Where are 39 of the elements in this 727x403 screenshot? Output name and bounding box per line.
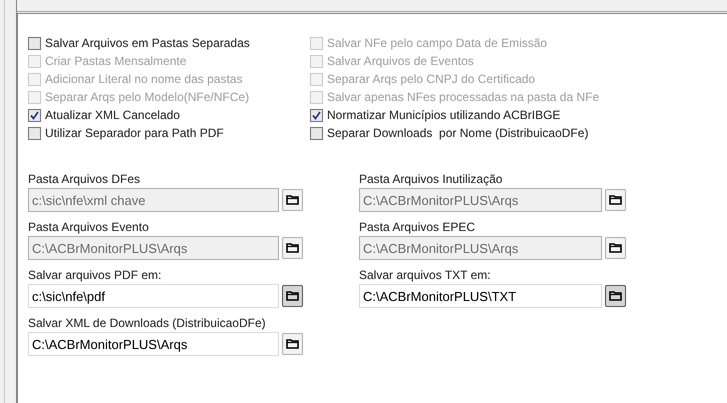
checkbox-label: Salvar apenas NFes processadas na pasta da NFe — [327, 89, 600, 106]
checkmark-icon — [312, 110, 321, 120]
folder-icon — [286, 291, 299, 301]
checkbox-label: Normatizar Municípios utilizando ACBrIBGE — [327, 107, 560, 124]
checkbox-label: Atualizar XML Cancelado — [45, 107, 180, 124]
field-label: Pasta Arquivos DFes — [28, 172, 142, 187]
field-label: Salvar arquivos TXT em: — [359, 268, 492, 283]
folder-icon — [286, 243, 299, 253]
checkbox-label: Separar Arqs pelo Modelo(NFe/NFCe) — [45, 89, 250, 106]
field-label: Salvar arquivos PDF em: — [28, 268, 162, 283]
field-label: Salvar XML de Downloads (DistribuicaoDFe) — [28, 316, 267, 331]
checkbox[interactable] — [28, 108, 41, 122]
checkbox-label: Utilizar Separador para Path PDF — [45, 125, 224, 142]
folder-icon — [609, 291, 622, 301]
folder-icon — [609, 243, 622, 253]
checkbox-label: Salvar Arquivos em Pastas Separadas — [45, 35, 250, 52]
browse-folder-button[interactable] — [282, 285, 303, 307]
folder-icon — [286, 339, 299, 349]
checkbox-label: Separar Arqs pelo CNPJ do Certificado — [327, 71, 536, 88]
checkbox[interactable] — [28, 36, 41, 50]
path-field[interactable]: C:\ACBrMonitorPLUS\Arqs — [28, 332, 279, 356]
browse-folder-button[interactable] — [605, 285, 626, 307]
checkbox[interactable] — [310, 126, 323, 140]
field-label: Pasta Arquivos Evento — [28, 220, 150, 235]
field-label: Pasta Arquivos Inutilização — [359, 172, 504, 187]
folder-icon — [609, 195, 622, 205]
checkbox[interactable] — [28, 126, 41, 140]
checkbox[interactable] — [310, 108, 323, 122]
path-field[interactable]: C:\ACBrMonitorPLUS\TXT — [359, 284, 602, 308]
checkbox-label: Criar Pastas Mensalmente — [45, 53, 186, 70]
browse-folder-button[interactable] — [282, 333, 303, 355]
path-field[interactable]: c:\sic\nfe\pdf — [28, 284, 279, 308]
checkbox-label: Salvar NFe pelo campo Data de Emissão — [327, 35, 548, 52]
field-label: Pasta Arquivos EPEC — [359, 220, 476, 235]
checkbox-label: Separar Downloads por Nome (DistribuicaoDFe) — [327, 125, 588, 142]
checkmark-icon — [30, 110, 39, 120]
checkbox-label: Adicionar Literal no nome das pastas — [45, 71, 242, 88]
checkbox-label: Salvar Arquivos de Eventos — [327, 53, 474, 70]
folder-icon — [286, 195, 299, 205]
